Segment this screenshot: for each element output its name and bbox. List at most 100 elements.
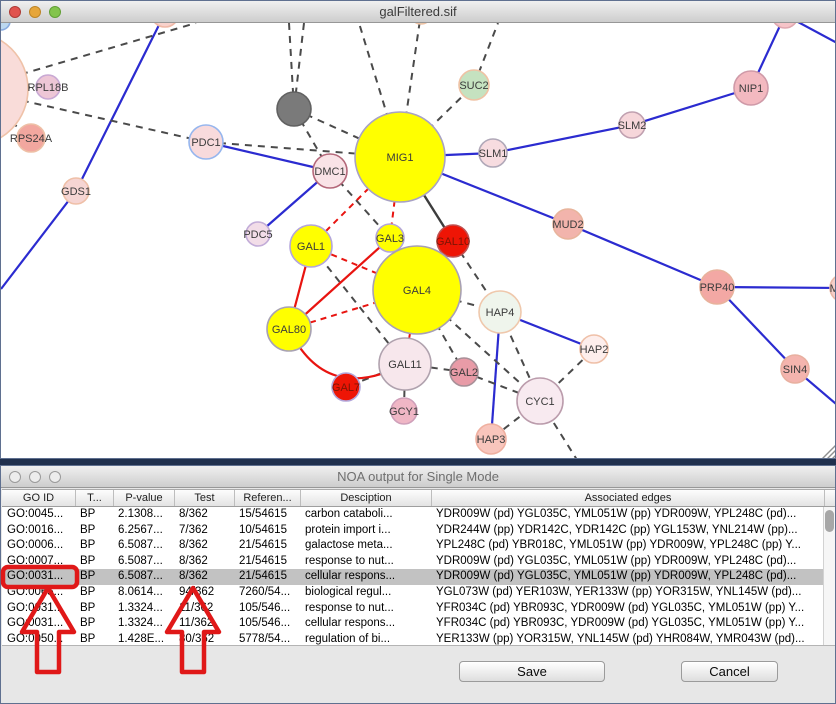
table-cell[interactable]: 8.0614... — [113, 585, 174, 601]
table-cell[interactable]: GO:0065... — [2, 585, 75, 601]
save-button[interactable]: Save — [459, 661, 605, 682]
table-cell[interactable]: 94/362 — [174, 585, 234, 601]
table-cell[interactable]: YFR034C (pd) YBR093C, YDR009W (pd) YGL03… — [431, 601, 823, 617]
table-cell[interactable]: protein import i... — [300, 523, 431, 539]
table-cell[interactable]: BP — [75, 569, 113, 585]
table-cell[interactable]: BP — [75, 616, 113, 632]
table-cell[interactable]: 1.3324... — [113, 616, 174, 632]
table-cell[interactable]: 7260/54... — [234, 585, 300, 601]
table-cell[interactable]: YER133W (pp) YOR315W, YNL145W (pd) YHR08… — [431, 632, 823, 645]
table-cell[interactable]: 8/362 — [174, 554, 234, 570]
table-cell[interactable]: response to nut... — [300, 554, 431, 570]
table-cell[interactable]: BP — [75, 507, 113, 523]
table-row[interactable]: GO:0006...BP6.5087...8/36221/54615galact… — [2, 538, 823, 554]
resize-grip[interactable] — [832, 455, 835, 458]
table-cell[interactable]: 1.3324... — [113, 601, 174, 617]
table-cell[interactable]: 21/54615 — [234, 569, 300, 585]
table-row[interactable]: GO:0045...BP2.1308...8/36215/54615carbon… — [2, 507, 823, 523]
graph-edge[interactable] — [1, 191, 76, 289]
table-cell[interactable]: 2.1308... — [113, 507, 174, 523]
table-cell[interactable]: 6.2567... — [113, 523, 174, 539]
table-cell[interactable]: BP — [75, 585, 113, 601]
table-cell[interactable]: cellular respons... — [300, 616, 431, 632]
table-cell[interactable]: GO:0031... — [2, 616, 75, 632]
column-header-0[interactable]: GO ID — [2, 490, 75, 506]
cancel-button[interactable]: Cancel — [681, 661, 778, 682]
graph-edge[interactable] — [632, 88, 751, 125]
table-cell[interactable]: 5778/54... — [234, 632, 300, 645]
table-cell[interactable]: GO:0016... — [2, 523, 75, 539]
graph-node-topRightPink[interactable] — [772, 23, 798, 28]
graph-edge[interactable] — [1, 23, 196, 89]
table-cell[interactable]: 80/362 — [174, 632, 234, 645]
table-cell[interactable]: YDR009W (pd) YGL035C, YML051W (pp) YDR00… — [431, 554, 823, 570]
graph-edge[interactable] — [493, 125, 632, 153]
table-scrollbar[interactable] — [823, 507, 835, 645]
table-cell[interactable]: 1.428E... — [113, 632, 174, 645]
table-cell[interactable]: BP — [75, 538, 113, 554]
table-cell[interactable]: biological regul... — [300, 585, 431, 601]
column-header-4[interactable]: Referen... — [234, 490, 300, 506]
table-cell[interactable]: galactose meta... — [300, 538, 431, 554]
table-cell[interactable]: GO:0007... — [2, 554, 75, 570]
table-cell[interactable]: 8/362 — [174, 507, 234, 523]
table-cell[interactable]: 6.5087... — [113, 554, 174, 570]
table-cell[interactable]: YDR009W (pd) YGL035C, YML051W (pp) YDR00… — [431, 569, 823, 585]
table-cell[interactable]: GO:0050... — [2, 632, 75, 645]
graph-edge[interactable] — [76, 23, 165, 191]
graph-node-gray[interactable] — [277, 92, 311, 126]
table-cell[interactable]: regulation of bi... — [300, 632, 431, 645]
table-cell[interactable]: 105/546... — [234, 601, 300, 617]
table-row[interactable]: GO:0031...BP1.3324...11/362105/546...res… — [2, 601, 823, 617]
table-cell[interactable]: BP — [75, 554, 113, 570]
graph-edge[interactable] — [568, 224, 717, 287]
table-cell[interactable]: YPL248C (pd) YBR018C, YML051W (pp) YDR00… — [431, 538, 823, 554]
table-cell[interactable]: BP — [75, 523, 113, 539]
column-header-1[interactable]: T... — [75, 490, 113, 506]
table-cell[interactable]: 6.5087... — [113, 569, 174, 585]
table-cell[interactable]: GO:0031... — [2, 569, 75, 585]
network-titlebar[interactable]: galFiltered.sif — [1, 1, 835, 23]
table-cell[interactable]: 11/362 — [174, 616, 234, 632]
table-cell[interactable]: YGL073W (pd) YER103W, YER133W (pp) YOR31… — [431, 585, 823, 601]
column-header-3[interactable]: Test — [174, 490, 234, 506]
resize-grip[interactable] — [822, 445, 835, 458]
graph-edge[interactable] — [206, 142, 330, 171]
table-cell[interactable]: 7/362 — [174, 523, 234, 539]
table-cell[interactable]: GO:0006... — [2, 538, 75, 554]
graph-node-topGreen[interactable] — [410, 23, 432, 24]
table-row[interactable]: GO:0065...BP8.0614...94/3627260/54...bio… — [2, 585, 823, 601]
table-cell[interactable]: 105/546... — [234, 616, 300, 632]
table-cell[interactable]: YDR244W (pp) YDR142C, YDR142C (pp) YGL15… — [431, 523, 823, 539]
table-cell[interactable]: 11/362 — [174, 601, 234, 617]
table-cell[interactable]: 15/54615 — [234, 507, 300, 523]
table-cell[interactable]: 8/362 — [174, 569, 234, 585]
column-header-5[interactable]: Desciption — [300, 490, 431, 506]
table-row[interactable]: GO:0031...BP6.5087...8/36221/54615cellul… — [2, 569, 823, 585]
table-cell[interactable]: 21/54615 — [234, 554, 300, 570]
table-row[interactable]: GO:0050...BP1.428E...80/3625778/54...reg… — [2, 632, 823, 645]
table-row[interactable]: GO:0016...BP6.2567...7/36210/54615protei… — [2, 523, 823, 539]
table-cell[interactable]: YDR009W (pd) YGL035C, YML051W (pp) YDR00… — [431, 507, 823, 523]
table-cell[interactable]: 10/54615 — [234, 523, 300, 539]
table-cell[interactable]: GO:0031... — [2, 601, 75, 617]
table-cell[interactable]: 8/362 — [174, 538, 234, 554]
table-cell[interactable]: YFR034C (pd) YBR093C, YDR009W (pd) YGL03… — [431, 616, 823, 632]
table-row[interactable]: GO:0031...BP1.3324...11/362105/546...cel… — [2, 616, 823, 632]
graph-node-cornerBlue[interactable] — [1, 23, 10, 30]
table-cell[interactable]: response to nut... — [300, 601, 431, 617]
network-canvas[interactable]: RPL18BRPS24AGDS1PDC1DMC1MIG1SUC2SLM1SLM2… — [1, 23, 835, 458]
column-header-6[interactable]: Associated edges — [431, 490, 824, 506]
table-cell[interactable]: carbon cataboli... — [300, 507, 431, 523]
graph-node-topPink[interactable] — [151, 23, 179, 27]
table-cell[interactable]: BP — [75, 632, 113, 645]
table-cell[interactable]: BP — [75, 601, 113, 617]
column-header-2[interactable]: P-value — [113, 490, 174, 506]
table-cell[interactable]: 21/54615 — [234, 538, 300, 554]
noa-titlebar[interactable]: NOA output for Single Mode — [1, 466, 835, 488]
table-cell[interactable]: 6.5087... — [113, 538, 174, 554]
table-cell[interactable]: cellular respons... — [300, 569, 431, 585]
table-cell[interactable]: GO:0045... — [2, 507, 75, 523]
table-row[interactable]: GO:0007...BP6.5087...8/36221/54615respon… — [2, 554, 823, 570]
scrollbar-thumb[interactable] — [825, 510, 834, 532]
